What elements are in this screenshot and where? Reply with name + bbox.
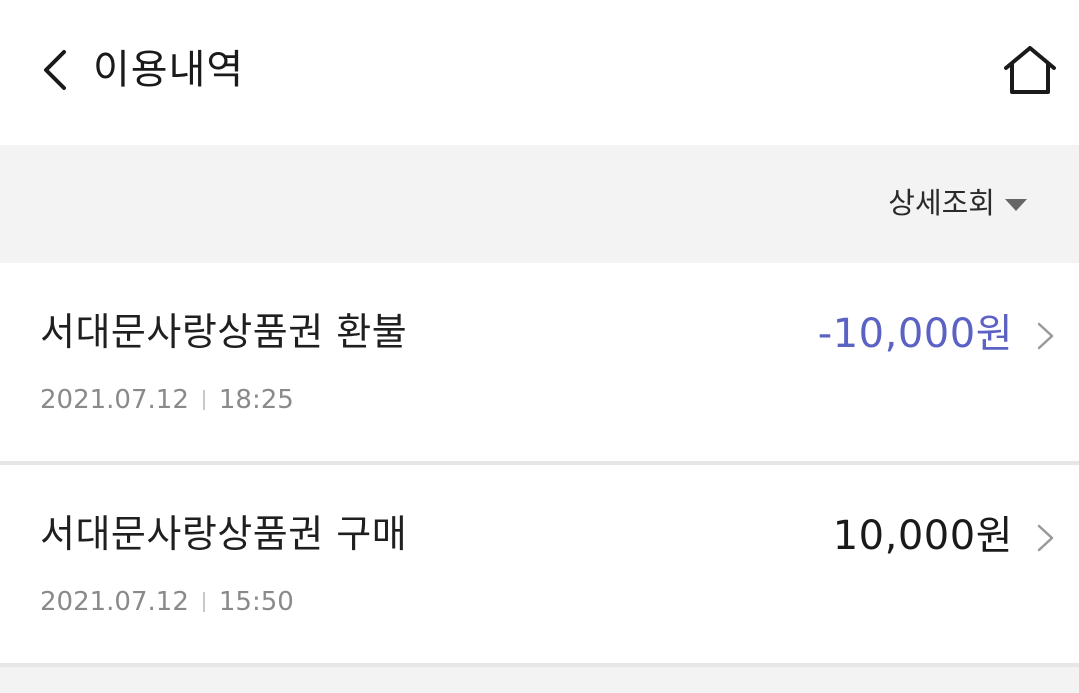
transaction-list: 서대문사랑상품권 환불 2021.07.12 18:25 -10,000원 서대… [0, 263, 1079, 667]
app-header: 이용내역 [0, 0, 1079, 145]
detail-search-button[interactable]: 상세조회 [888, 183, 1027, 223]
page-title: 이용내역 [93, 47, 245, 93]
caret-down-icon [1005, 199, 1027, 211]
filter-bar: 상세조회 [0, 145, 1079, 263]
transaction-row[interactable]: 서대문사랑상품권 구매 2021.07.12 15:50 10,000원 [0, 465, 1079, 667]
home-button[interactable] [998, 40, 1062, 100]
transaction-meta: 2021.07.12 18:25 [40, 383, 294, 417]
transaction-title: 서대문사랑상품권 환불 [40, 310, 408, 354]
transaction-time: 15:50 [218, 587, 294, 617]
chevron-right-icon [1037, 524, 1054, 552]
transaction-date: 2021.07.12 [40, 587, 189, 617]
back-button[interactable] [30, 42, 80, 98]
transaction-meta: 2021.07.12 15:50 [40, 585, 294, 619]
list-footer-background [0, 667, 1079, 693]
transaction-amount: -10,000원 [817, 311, 1013, 357]
transaction-row[interactable]: 서대문사랑상품권 환불 2021.07.12 18:25 -10,000원 [0, 263, 1079, 465]
transaction-title: 서대문사랑상품권 구매 [40, 512, 408, 556]
transaction-date: 2021.07.12 [40, 385, 189, 415]
meta-divider [202, 390, 205, 410]
detail-search-label: 상세조회 [888, 186, 995, 220]
transaction-time: 18:25 [218, 385, 294, 415]
meta-divider [202, 592, 205, 612]
home-icon [1004, 46, 1056, 94]
transaction-amount: 10,000원 [832, 513, 1013, 559]
chevron-right-icon [1037, 322, 1054, 350]
chevron-left-icon [44, 50, 66, 90]
